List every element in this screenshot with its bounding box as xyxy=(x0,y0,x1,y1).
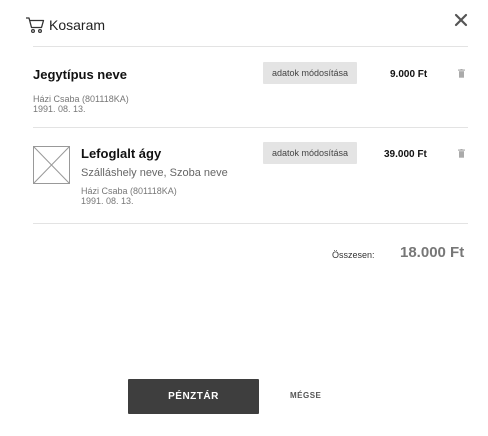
item-price: 9.000 Ft xyxy=(390,69,428,80)
close-icon[interactable] xyxy=(453,12,469,28)
edit-details-button[interactable]: adatok módosítása xyxy=(263,62,358,84)
divider xyxy=(33,223,468,224)
item-date: 1991. 08. 13. xyxy=(33,104,86,114)
item-subtitle: Szálláshely neve, Szoba neve xyxy=(81,167,228,179)
total-value: 18.000 Ft xyxy=(400,244,465,261)
item-price: 39.000 Ft xyxy=(384,149,427,160)
image-placeholder-icon xyxy=(33,146,70,184)
trash-icon[interactable] xyxy=(458,149,465,158)
trash-icon[interactable] xyxy=(458,69,465,78)
shopping-cart-icon xyxy=(26,17,45,34)
edit-details-button[interactable]: adatok módosítása xyxy=(263,142,358,164)
divider xyxy=(33,46,468,47)
item-date: 1991. 08. 13. xyxy=(81,196,134,206)
cart-header: Kosaram xyxy=(25,0,470,46)
total-label: Összesen: xyxy=(332,250,375,260)
divider xyxy=(33,127,468,128)
page-title: Kosaram xyxy=(49,17,106,33)
cancel-button[interactable]: MÉGSE xyxy=(290,391,321,400)
item-name: Jegytípus neve xyxy=(33,67,127,82)
item-name: Lefoglalt ágy xyxy=(81,146,162,161)
checkout-button[interactable]: PÉNZTÁR xyxy=(128,379,259,414)
